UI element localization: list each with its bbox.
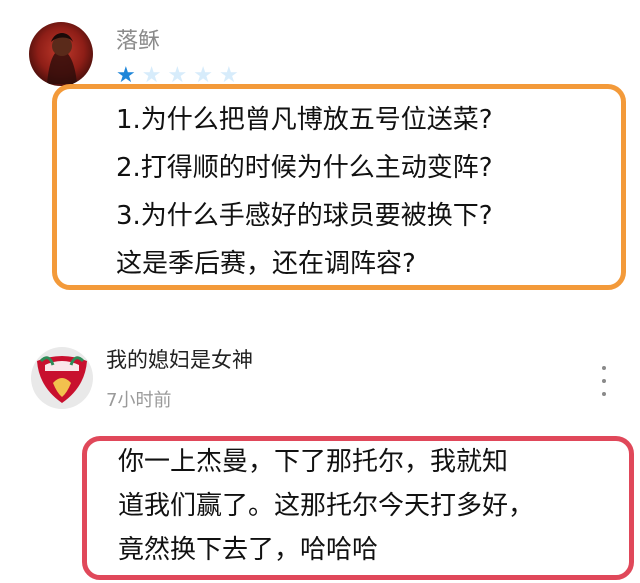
comment-line: 竟然换下去了，哈哈哈	[118, 535, 379, 565]
comment-line: 道我们赢了。这那托尔今天打多好，	[118, 491, 535, 521]
comment-username[interactable]: 落稣	[116, 29, 160, 55]
comment-line: 这是季后赛，还在调阵容?	[116, 249, 416, 279]
comment-line: 2.打得顺的时候为什么主动变阵?	[116, 153, 493, 183]
more-vertical-icon[interactable]	[598, 366, 610, 396]
comment-username[interactable]: 我的媳妇是女神	[106, 347, 253, 373]
comment-line: 3.为什么手感好的球员要被换下?	[116, 201, 493, 231]
comment-timestamp: 7小时前	[106, 390, 172, 411]
avatar[interactable]	[29, 22, 93, 86]
avatar[interactable]	[31, 347, 93, 409]
comment-line: 1.为什么把曾凡博放五号位送菜?	[116, 105, 493, 135]
comment-text: 1.为什么把曾凡博放五号位送菜? 2.打得顺的时候为什么主动变阵? 3.为什么手…	[116, 96, 616, 288]
comment-line: 你一上杰曼，下了那托尔，我就知	[118, 447, 509, 477]
comment-text: 你一上杰曼，下了那托尔，我就知 道我们赢了。这那托尔今天打多好， 竟然换下去了，…	[118, 440, 618, 572]
